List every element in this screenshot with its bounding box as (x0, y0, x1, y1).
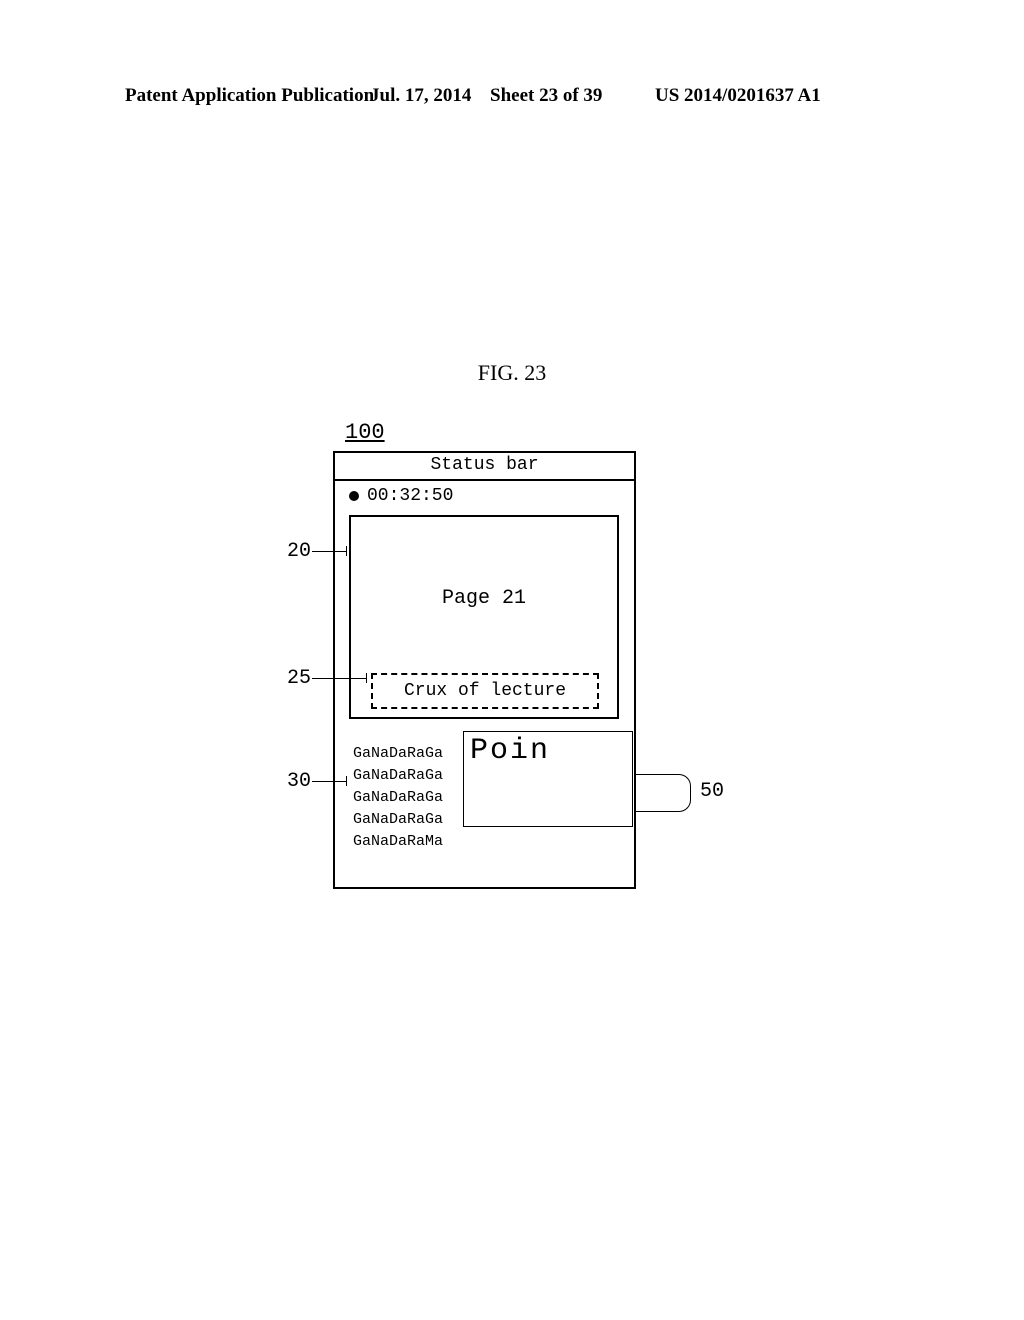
record-dot-icon (349, 491, 359, 501)
lead-tick (346, 776, 347, 786)
header-pub: Patent Application Publication (125, 85, 374, 107)
status-bar: Status bar (335, 453, 634, 481)
header-pubno: US 2014/0201637 A1 (655, 85, 821, 107)
lead-tick (366, 673, 367, 683)
figure-label: FIG. 23 (0, 360, 1024, 386)
lead-curve (636, 774, 691, 795)
header-date: Jul. 17, 2014 (370, 85, 471, 107)
note-line: GaNaDaRaGa (353, 787, 443, 809)
lead-line (312, 781, 347, 782)
lead-curve (636, 793, 691, 812)
crux-box: Crux of lecture (371, 673, 599, 709)
notes-area: GaNaDaRaGa GaNaDaRaGa GaNaDaRaGa GaNaDaR… (353, 743, 443, 853)
lead-line (312, 678, 367, 679)
popup-box: Poin (463, 731, 633, 827)
note-line: GaNaDaRaGa (353, 765, 443, 787)
note-line: GaNaDaRaMa (353, 831, 443, 853)
ref-20: 20 (287, 540, 311, 563)
ref-30: 30 (287, 770, 311, 793)
ref-100: 100 (345, 420, 385, 445)
header-sheet: Sheet 23 of 39 (490, 85, 602, 107)
lead-line (312, 551, 347, 552)
device-frame: Status bar 00:32:50 Page 21 Crux of lect… (333, 451, 636, 889)
page-area: Page 21 Crux of lecture (349, 515, 619, 719)
page-label: Page 21 (351, 587, 617, 610)
note-line: GaNaDaRaGa (353, 743, 443, 765)
note-line: GaNaDaRaGa (353, 809, 443, 831)
timer-value: 00:32:50 (367, 486, 453, 506)
ref-50: 50 (700, 780, 724, 803)
lead-tick (346, 546, 347, 556)
ref-25: 25 (287, 667, 311, 690)
timer-row: 00:32:50 (335, 481, 634, 511)
